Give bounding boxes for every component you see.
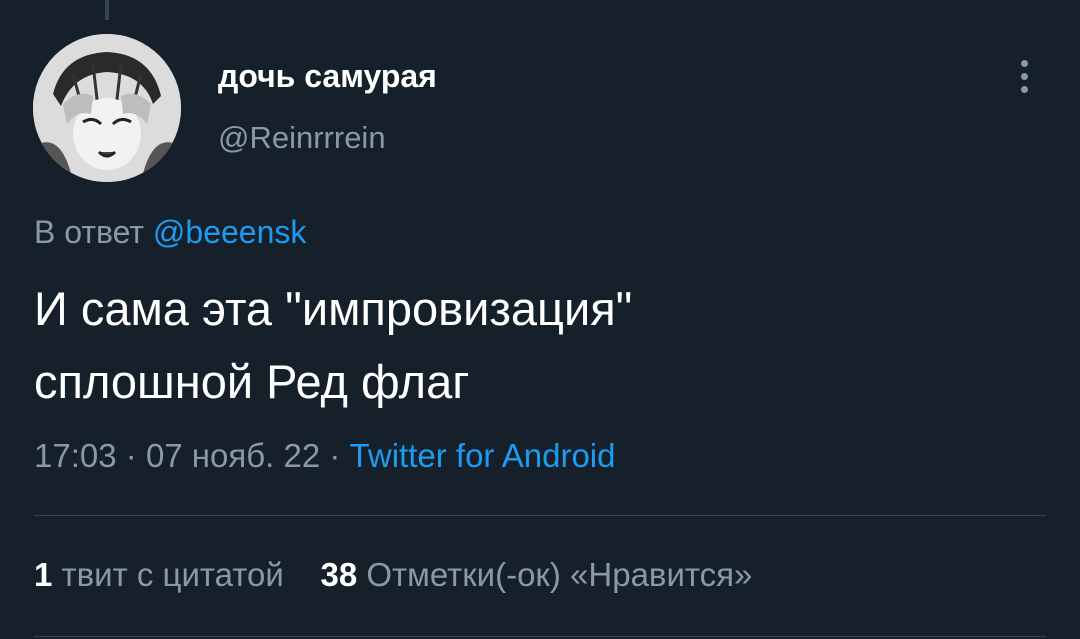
author-handle[interactable]: @Reinrrrein [218, 120, 386, 156]
quote-count: 1 [34, 556, 53, 593]
likes-stat[interactable]: 38 Отметки(-ок) «Нравится» [321, 556, 753, 593]
likes-label: Отметки(-ок) «Нравится» [366, 556, 753, 593]
reply-mention-link[interactable]: @beeensk [153, 214, 306, 250]
more-options-button[interactable] [1004, 52, 1044, 102]
vertical-dots-icon [1021, 60, 1028, 67]
reply-prefix: В ответ [34, 214, 145, 250]
quote-label: твит с цитатой [61, 556, 284, 593]
tweet-text-line: И сама эта "импровизация" [34, 282, 633, 335]
anime-avatar-icon [33, 34, 181, 182]
quote-tweets-stat[interactable]: 1 твит с цитатой [34, 556, 284, 593]
meta-separator: · [329, 437, 341, 474]
tweet-text: И сама эта "импровизация" сплошной Ред ф… [34, 272, 1034, 418]
thread-connector-line [105, 0, 109, 20]
likes-count: 38 [320, 556, 358, 593]
tweet-source-link[interactable]: Twitter for Android [350, 437, 616, 474]
vertical-dots-icon [1021, 73, 1028, 80]
tweet-metadata: 17:03 · 07 нояб. 22 · Twitter for Androi… [34, 437, 616, 475]
tweet-text-line: сплошной Ред флаг [34, 355, 470, 408]
tweet-date[interactable]: 07 нояб. 22 [146, 437, 320, 474]
reply-context: В ответ @beeensk [34, 214, 306, 251]
tweet-time[interactable]: 17:03 [34, 437, 117, 474]
tweet-detail: дочь самурая @Reinrrrein В ответ @beeens… [0, 0, 1080, 639]
author-display-name[interactable]: дочь самурая [218, 58, 437, 95]
divider [34, 636, 1046, 637]
meta-separator: · [125, 437, 137, 474]
vertical-dots-icon [1021, 86, 1028, 93]
tweet-stats: 1 твит с цитатой 38 Отметки(-ок) «Нравит… [34, 556, 752, 594]
divider [34, 515, 1046, 516]
avatar[interactable] [33, 34, 181, 182]
